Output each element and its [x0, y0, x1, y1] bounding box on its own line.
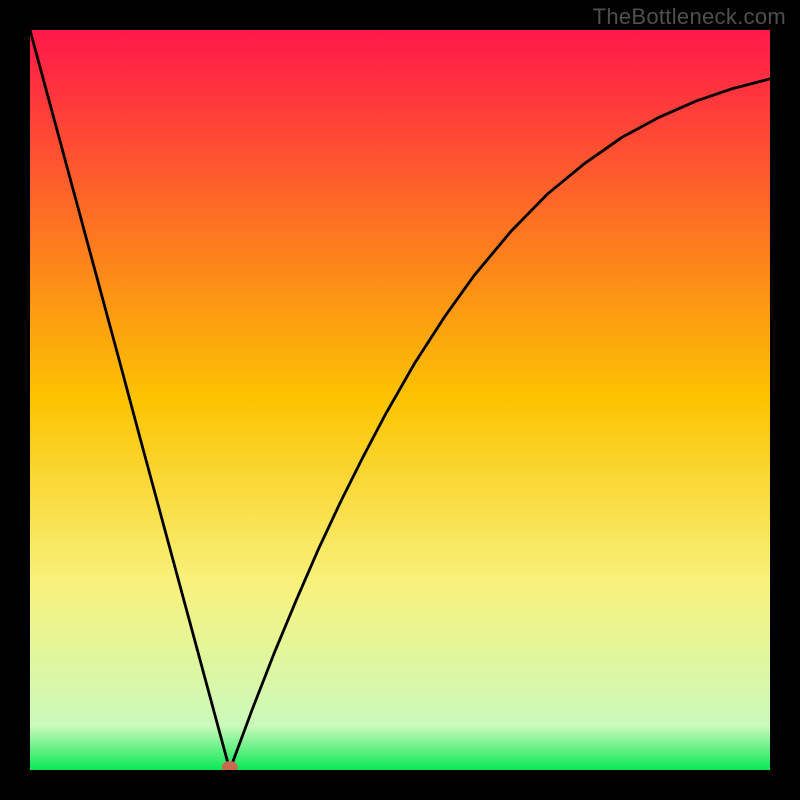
plot-area [30, 30, 770, 770]
chart-svg [30, 30, 770, 770]
gradient-background [30, 30, 770, 770]
watermark-text: TheBottleneck.com [593, 4, 786, 30]
chart-frame: { "watermark": "TheBottleneck.com", "cha… [0, 0, 800, 800]
